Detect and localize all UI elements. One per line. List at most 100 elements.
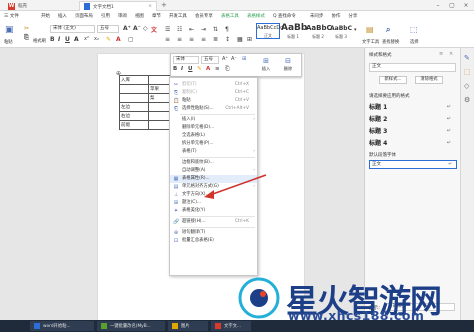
table-cell[interactable] [119,84,149,94]
style-gallery-chevron-icon[interactable]: ▾ [354,27,357,33]
tab-home[interactable]: W 稻壳 [4,1,42,11]
mini-underline-icon[interactable]: U [188,66,192,72]
context-menu-item[interactable]: 📋 粘贴 Ctrl+V [170,97,257,105]
mini-italic-icon[interactable]: I [181,66,183,72]
table-cell[interactable]: 左边 [119,102,149,112]
table-cell[interactable] [148,75,171,85]
clear-format-icon[interactable]: ◇ [143,25,148,32]
mini-font-color-icon[interactable]: A [206,66,210,72]
style-heading-1[interactable]: AaBb 标题 1 [281,23,307,39]
context-menu-item[interactable]: ✦ 表格美化(Y) [170,207,257,215]
mini-font-size-select[interactable]: 五号 [201,56,219,64]
context-menu-item[interactable]: 边框和底纹(B)... [170,159,257,167]
style-item-body[interactable]: 正文 ↵ [369,160,457,169]
style-item-heading-3[interactable]: 标题 3 ↵ [369,126,457,137]
context-menu-item[interactable]: ⊕ 短句翻译(T) [170,229,257,237]
menu-review[interactable]: 审阅 [114,11,131,22]
borders-icon[interactable]: ⊞ [247,36,252,43]
style-heading-3[interactable]: AaBbC 标题 3 [330,23,352,39]
text-tools-label[interactable]: 文字工具 [362,39,379,45]
share-button[interactable]: 分享 [344,11,361,22]
find-replace-label[interactable]: 查找替换 [382,39,399,45]
mini-insert-button[interactable]: ⊞ 插入 [256,57,276,75]
menu-view[interactable]: 视图 [131,11,148,22]
taskbar-item[interactable]: word开始粘... [30,321,94,331]
font-name-select[interactable]: 宋体 (正文) [50,25,95,33]
mini-bold-icon[interactable]: B [173,66,177,72]
mini-table-icon[interactable]: ⊞ [242,56,246,62]
clear-format-button[interactable]: 清除格式 [415,76,443,84]
table-cell[interactable] [148,102,171,112]
table-cell[interactable]: 前缀 [119,120,149,130]
sort-icon[interactable]: ⇅ [213,26,218,33]
font-size-select[interactable]: 五号 [97,25,119,33]
panel-menu-icon[interactable]: ≡ [439,51,443,57]
close-window-icon[interactable]: × [459,1,473,10]
style-item-heading-4[interactable]: 标题 4 ↵ [369,138,457,149]
select-icon[interactable]: ⬚ [410,25,418,34]
bullets-icon[interactable]: ☰ [165,26,170,33]
superscript-icon[interactable]: x² [84,36,89,42]
menu-home[interactable]: 开始 [37,11,54,22]
shrink-font-icon[interactable]: A⁻ [133,25,141,32]
menu-page-layout[interactable]: 页面布局 [71,11,97,22]
line-spacing-icon[interactable]: ↕ [225,36,230,43]
context-menu-item[interactable]: 拆分单元格(P)... [170,140,257,148]
taskbar-item[interactable]: 图片 [168,321,208,331]
menu-search[interactable]: Q 查找命令 [269,11,300,22]
table-cell[interactable] [148,120,171,130]
style-item-heading-1[interactable]: 标题 1 ↵ [369,102,457,113]
underline-icon[interactable]: U [65,36,70,43]
context-menu-item[interactable]: ⊡ 批量汇总表格(E) [170,237,257,245]
context-menu-item[interactable]: ⎘ 复制(C) Ctrl+C [170,89,257,97]
mini-font-name-select[interactable]: 宋体 [173,56,199,64]
select-pane-icon[interactable]: ⬚ [464,68,471,76]
styles-panel-icon[interactable]: ✎ [464,54,470,62]
context-menu-item[interactable]: ✂ 剪切(T) Ctrl+X [170,81,257,89]
new-style-button[interactable]: 新样式... [379,76,407,84]
menu-member[interactable]: 会员专享 [191,11,217,22]
style-heading-2[interactable]: AaBbC 标题 2 [306,23,332,39]
table-cell[interactable]: 右边 [119,111,149,121]
current-style-field[interactable]: 正文 [369,63,456,72]
select-label[interactable]: 选择 [410,39,419,45]
menu-file[interactable]: 三 文件 [0,11,23,22]
shape-format-icon[interactable]: ◇ [464,82,469,90]
context-menu-item[interactable]: 🔗 超链接(H)... Ctrl+K [170,218,257,226]
justify-icon[interactable]: ≡ [201,36,206,43]
table-cell[interactable] [119,93,149,103]
property-icon[interactable]: ⚙ [464,96,470,104]
menu-table-tools[interactable]: 表格工具 [217,11,243,22]
mini-align-icon[interactable]: ≡ [215,66,220,72]
style-item-heading-2[interactable]: 标题 2 ↵ [369,114,457,125]
mini-delete-button[interactable]: ⊟ 删除 [278,57,298,75]
menu-developer[interactable]: 开发工具 [165,11,191,22]
mini-grow-font-icon[interactable]: A⁺ [222,56,228,62]
numbering-icon[interactable]: ☷ [177,26,182,33]
table-cell[interactable]: 苹果 [148,84,171,94]
highlight-icon[interactable]: ✎ [106,36,111,43]
table-cell[interactable]: 梨 [148,93,171,103]
style-item-default-font[interactable]: 默认段落字体 [369,152,396,158]
char-border-icon[interactable]: ▢ [128,36,134,43]
menu-references[interactable]: 引用 [97,11,114,22]
bold-icon[interactable]: B [50,36,55,43]
menu-table-style[interactable]: 表格样式 [243,11,269,22]
copy-icon[interactable]: ⎘ [24,34,29,42]
panel-close-icon[interactable]: × [449,51,453,57]
table-cell[interactable] [148,111,171,121]
context-menu-item[interactable]: 表格(T) › [170,148,257,156]
menu-chapter[interactable]: 章节 [148,11,165,22]
format-painter-label[interactable]: 格式刷 [33,38,46,44]
align-left-icon[interactable]: ≡ [165,36,170,43]
paste-icon[interactable]: ▣ [5,25,14,35]
context-menu-item[interactable]: ⎗ 选择性粘贴(S)... Ctrl+Alt+V [170,105,257,113]
table-cell[interactable]: 入库 [119,75,149,85]
align-right-icon[interactable]: ≡ [189,36,194,43]
context-menu-item[interactable]: 全选表格(L) [170,132,257,140]
mini-format-painter-icon[interactable]: ⎗ [225,66,229,73]
increase-indent-icon[interactable]: ⇥ [201,26,206,33]
shading-icon[interactable]: ▦ [237,36,243,43]
close-tab-icon[interactable]: × [148,4,152,9]
subscript-icon[interactable]: x₂ [94,36,99,42]
